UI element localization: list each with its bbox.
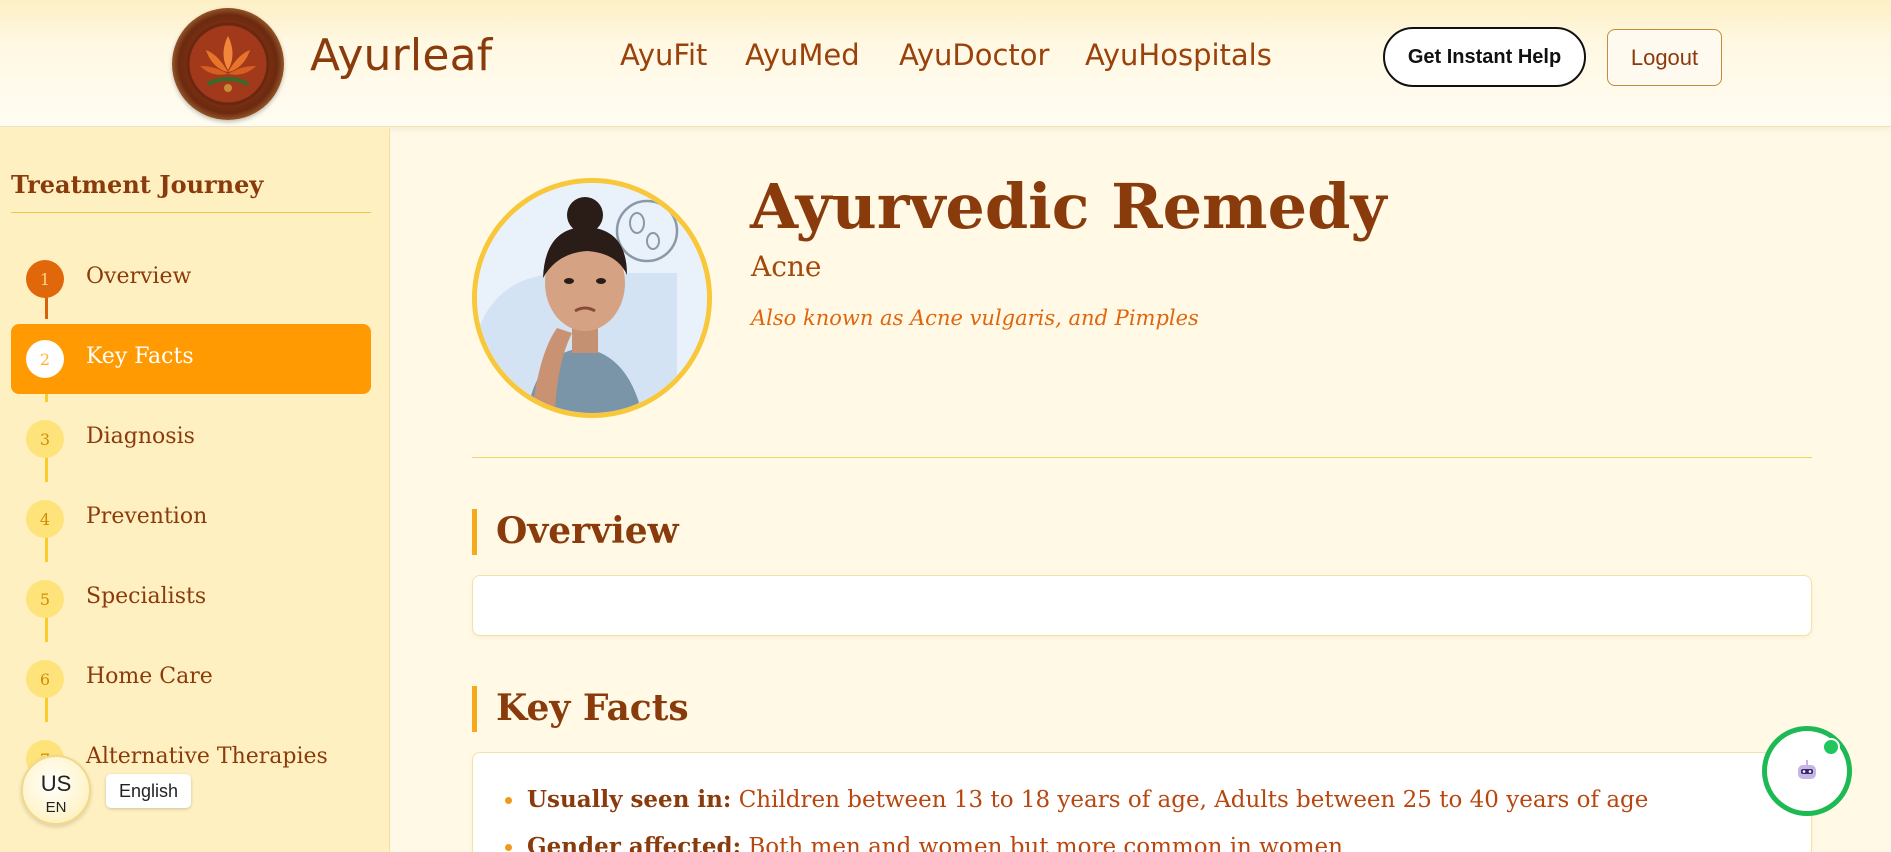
- sidebar-divider: [11, 212, 371, 213]
- nav-ayuhospitals[interactable]: AyuHospitals: [1085, 38, 1272, 72]
- bullet-icon: [505, 797, 512, 804]
- logout-button[interactable]: Logout: [1607, 29, 1722, 86]
- step-label: Diagnosis: [86, 424, 195, 449]
- sidebar-step-prevention[interactable]: 4 Prevention: [11, 484, 371, 554]
- sidebar-step-specialists[interactable]: 5 Specialists: [11, 564, 371, 634]
- sidebar-step-key-facts[interactable]: 2 Key Facts: [11, 324, 371, 394]
- fact-value: Both men and women but more common in wo…: [748, 834, 1343, 852]
- step-number: 6: [26, 660, 64, 698]
- overview-section-title: Overview: [496, 510, 679, 552]
- sidebar-step-diagnosis[interactable]: 3 Diagnosis: [11, 404, 371, 474]
- page-title: Ayurvedic Remedy: [750, 170, 1387, 243]
- step-label: Alternative Therapies: [86, 744, 328, 769]
- step-label: Prevention: [86, 504, 208, 529]
- step-label: Key Facts: [86, 344, 194, 369]
- step-number: 4: [26, 500, 64, 538]
- treatment-journey-sidebar: Treatment Journey 1 Overview 2 Key Facts…: [0, 128, 390, 852]
- nav-ayudoctor[interactable]: AyuDoctor: [899, 38, 1049, 72]
- fact-value: Children between 13 to 18 years of age, …: [738, 787, 1649, 813]
- fact-item: Usually seen in: Children between 13 to …: [527, 786, 1648, 813]
- chatbot-button[interactable]: [1762, 726, 1852, 816]
- step-label: Overview: [86, 264, 192, 289]
- nav-ayumed[interactable]: AyuMed: [745, 38, 860, 72]
- get-instant-help-button[interactable]: Get Instant Help: [1383, 27, 1586, 87]
- step-label: Home Care: [86, 664, 213, 689]
- fact-label: Gender affected:: [527, 833, 742, 852]
- key-facts-section-title: Key Facts: [496, 687, 689, 729]
- ayurleaf-logo[interactable]: [172, 8, 284, 120]
- hero-divider: [472, 457, 1812, 458]
- step-number: 1: [26, 260, 64, 298]
- language-switcher[interactable]: US EN: [21, 755, 91, 825]
- sidebar-step-home-care[interactable]: 6 Home Care: [11, 644, 371, 714]
- header: Ayurleaf AyuFit AyuMed AyuDoctor AyuHosp…: [0, 0, 1891, 127]
- robot-icon: [1798, 760, 1816, 779]
- condition-aliases: Also known as Acne vulgaris, and Pimples: [751, 306, 1199, 330]
- section-accent-bar: [472, 509, 477, 555]
- language-tooltip: English: [106, 774, 191, 808]
- brand-name[interactable]: Ayurleaf: [310, 30, 492, 81]
- step-number: 2: [26, 340, 64, 378]
- country-code: US: [40, 771, 72, 796]
- sidebar-step-overview[interactable]: 1 Overview: [11, 244, 371, 314]
- overview-card: [472, 575, 1812, 636]
- language-code: EN: [45, 799, 67, 816]
- condition-image: [472, 178, 712, 418]
- step-number: 5: [26, 580, 64, 618]
- fact-item: Gender affected: Both men and women but …: [527, 833, 1343, 852]
- fact-label: Usually seen in:: [527, 786, 732, 813]
- condition-name: Acne: [751, 250, 822, 283]
- online-status-dot: [1822, 738, 1840, 756]
- nav-ayufit[interactable]: AyuFit: [620, 38, 707, 72]
- sidebar-title: Treatment Journey: [11, 170, 264, 199]
- step-label: Specialists: [86, 584, 207, 609]
- section-accent-bar: [472, 686, 477, 732]
- bullet-icon: [505, 844, 512, 851]
- step-number: 3: [26, 420, 64, 458]
